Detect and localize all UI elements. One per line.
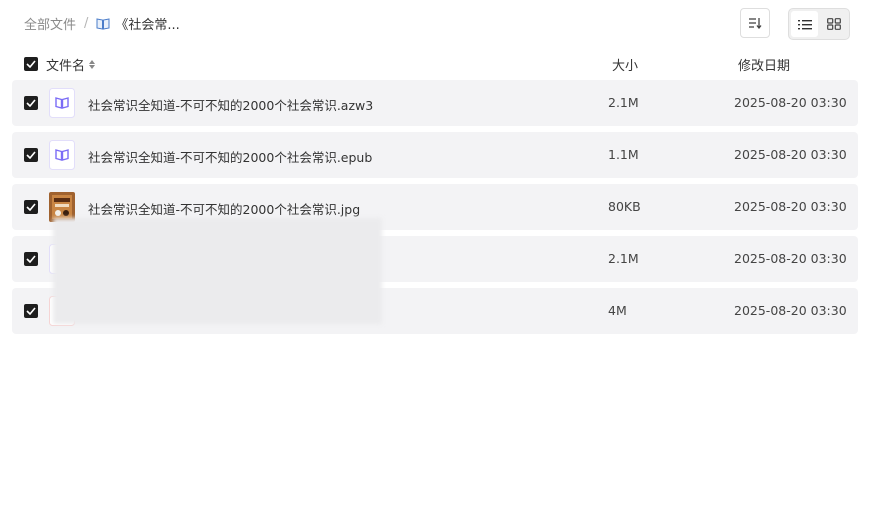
table-header: 文件名 大小 修改日期 bbox=[12, 52, 858, 76]
column-name-label: 文件名 bbox=[46, 59, 86, 74]
check-icon bbox=[26, 60, 36, 68]
breadcrumb: 全部文件 / 《社会常... bbox=[24, 14, 180, 33]
row-checkbox[interactable] bbox=[24, 304, 38, 318]
breadcrumb-current: 《社会常... bbox=[96, 14, 180, 33]
file-date: 2025-08-20 03:30 bbox=[734, 147, 847, 162]
column-date-header[interactable]: 修改日期 bbox=[738, 55, 790, 74]
file-size: 2.1M bbox=[608, 251, 639, 266]
file-size: 80KB bbox=[608, 199, 641, 214]
redaction-overlay bbox=[53, 218, 382, 324]
sort-caret-icon bbox=[89, 60, 96, 69]
sort-button[interactable] bbox=[740, 8, 770, 38]
table-row[interactable]: 社会常识全知道-不可不知的2000个社会常识.azw3 2.1M 2025-08… bbox=[12, 80, 858, 126]
file-date: 2025-08-20 03:30 bbox=[734, 199, 847, 214]
file-date: 2025-08-20 03:30 bbox=[734, 303, 847, 318]
column-size-header[interactable]: 大小 bbox=[612, 55, 638, 74]
file-name[interactable]: 社会常识全知道-不可不知的2000个社会常识.azw3 bbox=[88, 95, 373, 114]
ebook-icon bbox=[49, 88, 75, 118]
check-icon bbox=[26, 99, 36, 107]
list-view-button[interactable] bbox=[791, 11, 818, 37]
breadcrumb-separator: / bbox=[84, 16, 89, 31]
row-checkbox[interactable] bbox=[24, 252, 38, 266]
file-name[interactable]: 社会常识全知道-不可不知的2000个社会常识.epub bbox=[88, 147, 372, 166]
file-date: 2025-08-20 03:30 bbox=[734, 251, 847, 266]
breadcrumb-root[interactable]: 全部文件 bbox=[24, 14, 76, 33]
file-name[interactable]: 社会常识全知道-不可不知的2000个社会常识.jpg bbox=[88, 199, 360, 218]
breadcrumb-current-label: 《社会常... bbox=[115, 18, 180, 33]
row-checkbox[interactable] bbox=[24, 200, 38, 214]
sort-icon bbox=[749, 18, 762, 29]
file-size: 2.1M bbox=[608, 95, 639, 110]
table-row[interactable]: 社会常识全知道-不可不知的2000个社会常识.epub 1.1M 2025-08… bbox=[12, 132, 858, 178]
top-bar: 全部文件 / 《社会常... bbox=[0, 0, 874, 48]
list-view-icon bbox=[797, 19, 812, 29]
file-date: 2025-08-20 03:30 bbox=[734, 95, 847, 110]
row-checkbox[interactable] bbox=[24, 148, 38, 162]
select-all-checkbox[interactable] bbox=[24, 57, 38, 71]
file-size: 4M bbox=[608, 303, 627, 318]
ebook-icon bbox=[49, 140, 75, 170]
check-icon bbox=[26, 255, 36, 263]
check-icon bbox=[26, 203, 36, 211]
grid-view-icon bbox=[826, 18, 841, 30]
view-toggle bbox=[788, 8, 850, 40]
book-icon bbox=[96, 18, 110, 30]
file-size: 1.1M bbox=[608, 147, 639, 162]
column-name-header[interactable]: 文件名 bbox=[46, 55, 96, 74]
row-checkbox[interactable] bbox=[24, 96, 38, 110]
check-icon bbox=[26, 151, 36, 159]
check-icon bbox=[26, 307, 36, 315]
grid-view-button[interactable] bbox=[820, 11, 847, 37]
